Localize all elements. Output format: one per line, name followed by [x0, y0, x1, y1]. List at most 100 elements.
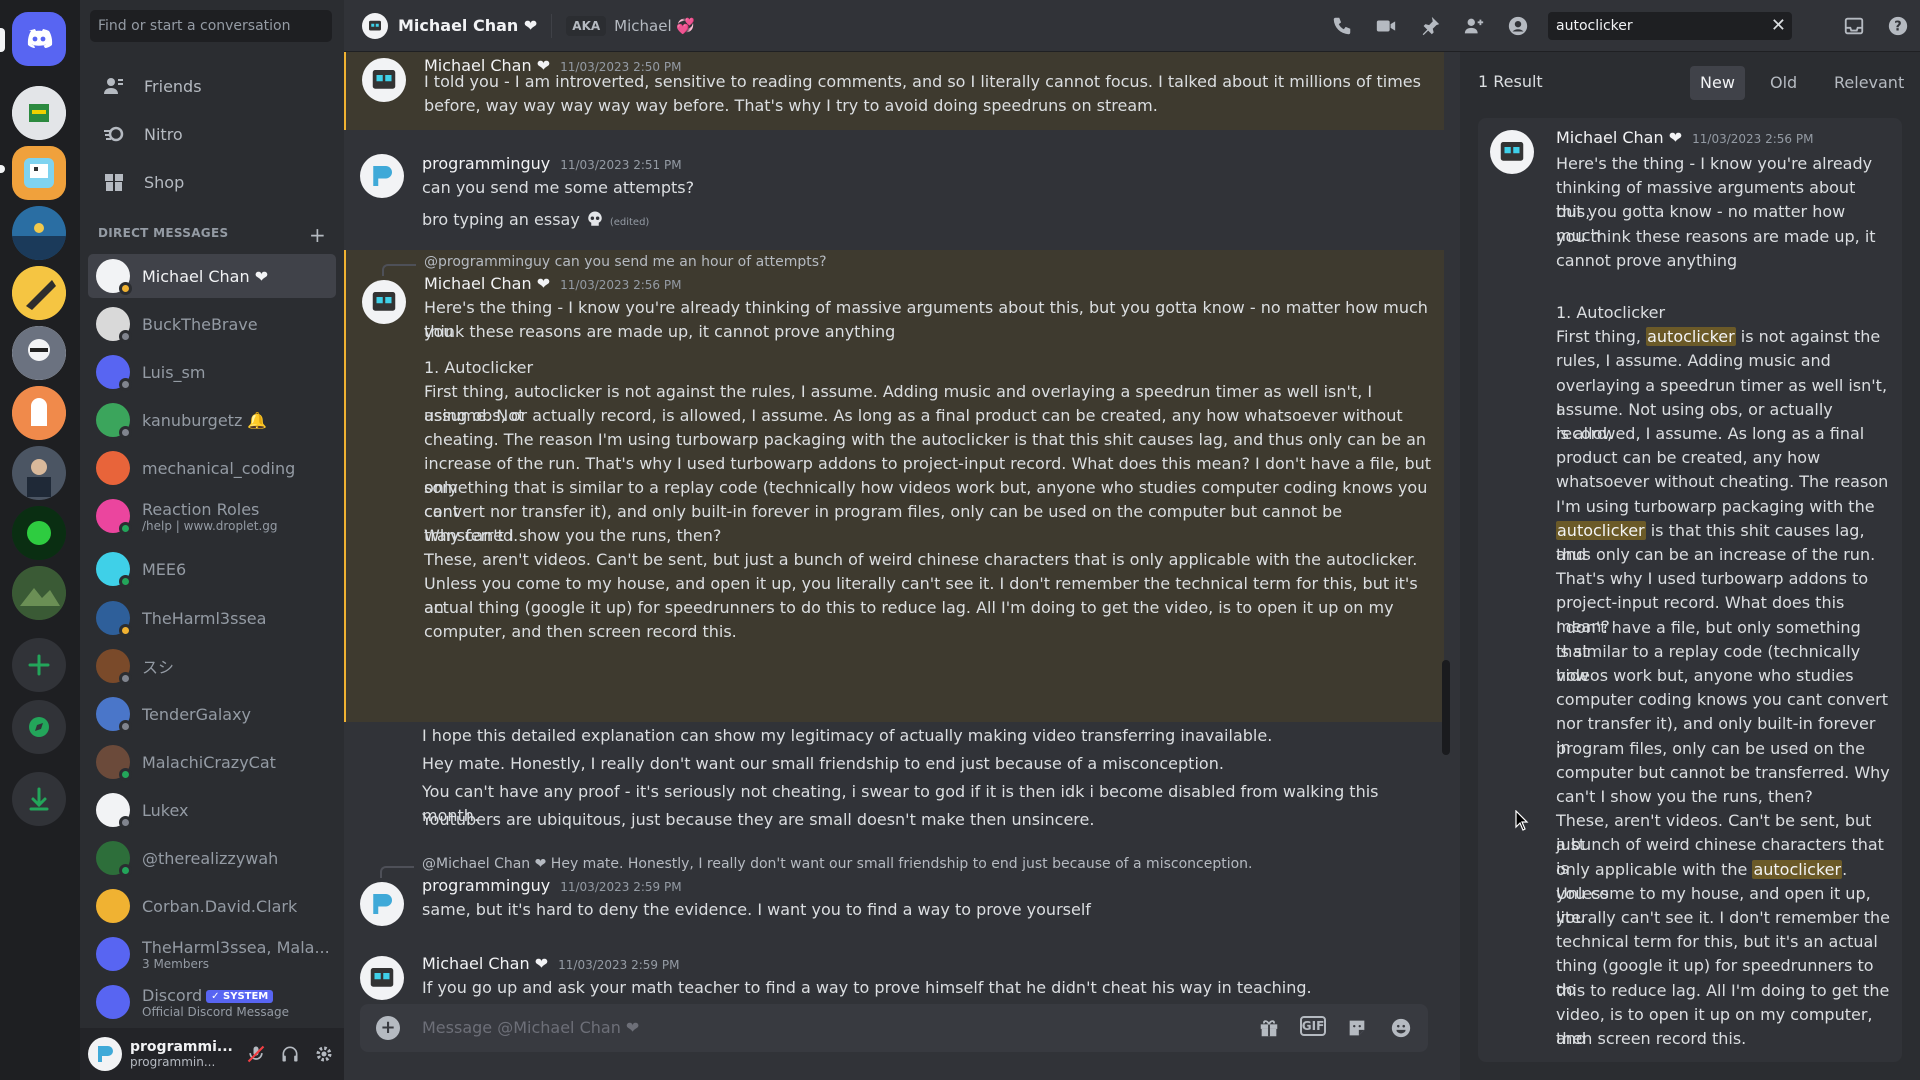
chat-scrollbar[interactable] [1442, 660, 1450, 755]
server-icon-9[interactable] [12, 566, 66, 620]
message[interactable]: Michael Chan ❤ 11/03/2023 2:59 PM If you g… [344, 946, 1444, 1000]
message[interactable]: Michael Chan ❤ 11/03/2023 2:50 PM I told y… [344, 52, 1444, 130]
message-composer[interactable]: + Message @Michael Chan ❤ GIF [360, 1004, 1428, 1052]
message[interactable]: @programminguy can you send me an hour o… [344, 250, 1444, 722]
emoji-icon[interactable] [1388, 1016, 1414, 1040]
headphones-icon[interactable] [278, 1042, 302, 1066]
settings-gear-icon[interactable] [312, 1042, 336, 1066]
reply-preview[interactable]: @programminguy can you send me an hour o… [424, 254, 827, 270]
dm-avatar [96, 697, 132, 733]
rail-selected-pill [0, 28, 5, 52]
add-friends-to-dm-icon[interactable] [1462, 14, 1486, 38]
nav-shop[interactable]: Shop [88, 160, 336, 204]
user-profile-icon[interactable] [1506, 14, 1530, 38]
gift-icon[interactable] [1256, 1016, 1282, 1040]
message-avatar[interactable] [360, 154, 404, 198]
dm-item[interactable]: Reaction Roles/help | www.droplet.gg [88, 494, 336, 538]
sticker-icon[interactable] [1344, 1016, 1370, 1040]
message-search-input[interactable]: autoclicker ✕ [1548, 12, 1792, 40]
dm-subtext: Official Discord Message [142, 1004, 289, 1019]
explore-compass-icon[interactable] [12, 700, 66, 754]
upload-plus-icon[interactable]: + [376, 1016, 400, 1040]
message-line: can you send me some attempts? [422, 178, 695, 197]
message[interactable]: I hope this detailed explanation can sho… [344, 724, 1444, 844]
create-dm-plus-icon[interactable]: + [309, 223, 326, 247]
video-call-icon[interactable] [1374, 14, 1398, 38]
dm-item[interactable]: TheHarml3ssea, Mala... 3 Members [88, 932, 336, 976]
message[interactable]: programminguy 11/03/2023 2:51 PM can you s… [344, 144, 1444, 234]
search-result-card[interactable]: Michael Chan ❤ 11/03/2023 2:56 PM Here's … [1478, 118, 1902, 1062]
sort-tab-relevant[interactable]: Relevant [1824, 66, 1914, 100]
dm-item[interactable]: スシ [88, 644, 336, 688]
dm-item[interactable]: @therealizzywah [88, 836, 336, 880]
dm-item[interactable]: Lukex [88, 788, 336, 832]
dm-item[interactable]: TenderGalaxy [88, 692, 336, 736]
dm-item[interactable]: mechanical_coding [88, 446, 336, 490]
message-author[interactable]: programminguy [422, 154, 550, 173]
dm-item[interactable]: BuckTheBrave [88, 302, 336, 346]
mute-mic-icon[interactable] [244, 1042, 268, 1066]
voice-call-icon[interactable] [1330, 14, 1354, 38]
message-input[interactable]: Message @Michael Chan ❤ [422, 1018, 639, 1037]
download-apps-icon[interactable] [12, 772, 66, 826]
server-icon-8[interactable] [12, 506, 66, 560]
dm-item[interactable]: kanuburgetz 🔔 [88, 398, 336, 442]
message-avatar[interactable] [362, 58, 406, 102]
reply-preview[interactable]: @Michael Chan ❤ Hey mate. Honestly, I re… [422, 856, 1252, 872]
message-author[interactable]: Michael Chan ❤ [422, 954, 548, 973]
sort-tab-new[interactable]: New [1690, 66, 1745, 100]
inbox-icon[interactable] [1842, 14, 1866, 38]
message-author[interactable]: Michael Chan ❤ [424, 274, 550, 293]
server-icon-4[interactable] [12, 266, 66, 320]
message-avatar[interactable] [360, 956, 404, 1000]
message-author[interactable]: programminguy [422, 876, 550, 895]
dm-item[interactable]: Discord ✓ SYSTEM Official Discord Message [88, 980, 336, 1024]
server-icon-3[interactable] [12, 206, 66, 260]
server-icon-7[interactable] [12, 446, 66, 500]
dm-sidebar: Find or start a conversation Friends Nit… [80, 0, 344, 1080]
server-icon-5[interactable] [12, 326, 66, 380]
nav-label: Shop [144, 172, 185, 192]
message-header: Michael Chan ❤ 11/03/2023 2:59 PM [422, 954, 679, 973]
message[interactable]: @Michael Chan ❤ Hey mate. Honestly, I re… [344, 852, 1444, 934]
sort-tab-old[interactable]: Old [1760, 66, 1807, 100]
clear-search-icon[interactable]: ✕ [1771, 12, 1786, 40]
presence-status-dot [119, 768, 132, 781]
user-avatar[interactable] [88, 1037, 122, 1071]
shop-icon [102, 170, 126, 194]
nav-friends[interactable]: Friends [88, 64, 336, 108]
mouse-cursor [1515, 809, 1531, 836]
find-conversation-search[interactable]: Find or start a conversation [90, 10, 332, 42]
dm-item[interactable]: Michael Chan ❤ [88, 254, 336, 298]
rail-unread-pill [0, 165, 5, 173]
channel-header: Michael Chan ❤ AKA Michael 💞 autoclicker… [344, 0, 1920, 52]
nav-nitro[interactable]: Nitro [88, 112, 336, 156]
gif-picker-button[interactable]: GIF [1300, 1016, 1326, 1036]
message-avatar[interactable] [360, 882, 404, 926]
dm-item[interactable]: MEE6 [88, 547, 336, 591]
dm-avatar [96, 499, 132, 535]
result-text: program files, only can be used on the [1556, 738, 1865, 758]
header-title: Michael Chan ❤ [398, 16, 538, 35]
dm-item[interactable]: TheHarml3ssea [88, 596, 336, 640]
server-icon-6[interactable] [12, 386, 66, 440]
direct-messages-header: DIRECT MESSAGES + [98, 223, 326, 247]
dm-item[interactable]: MalachiCrazyCat [88, 740, 336, 784]
dm-item[interactable]: Corban.David.Clark [88, 884, 336, 928]
dm-name: Reaction Roles [142, 499, 260, 519]
message-avatar[interactable] [362, 280, 406, 324]
presence-status-dot [119, 426, 132, 439]
dm-name: Lukex [142, 800, 189, 820]
message-line: Why can't I show you the runs, then? [424, 526, 722, 545]
pinned-messages-icon[interactable] [1418, 14, 1442, 38]
presence-status-dot [119, 330, 132, 343]
help-icon[interactable]: ? [1886, 14, 1910, 38]
message-text: bro typing an essay [422, 210, 580, 229]
message-line: using obs, or actually record, is allowe… [424, 406, 1403, 425]
add-server-icon[interactable] [12, 638, 66, 692]
result-author-name: Michael Chan ❤ [1556, 128, 1683, 147]
server-icon-1[interactable] [12, 86, 66, 140]
dm-item[interactable]: Luis_sm [88, 350, 336, 394]
server-icon-2[interactable] [12, 146, 66, 200]
discord-home-icon[interactable] [12, 12, 66, 66]
